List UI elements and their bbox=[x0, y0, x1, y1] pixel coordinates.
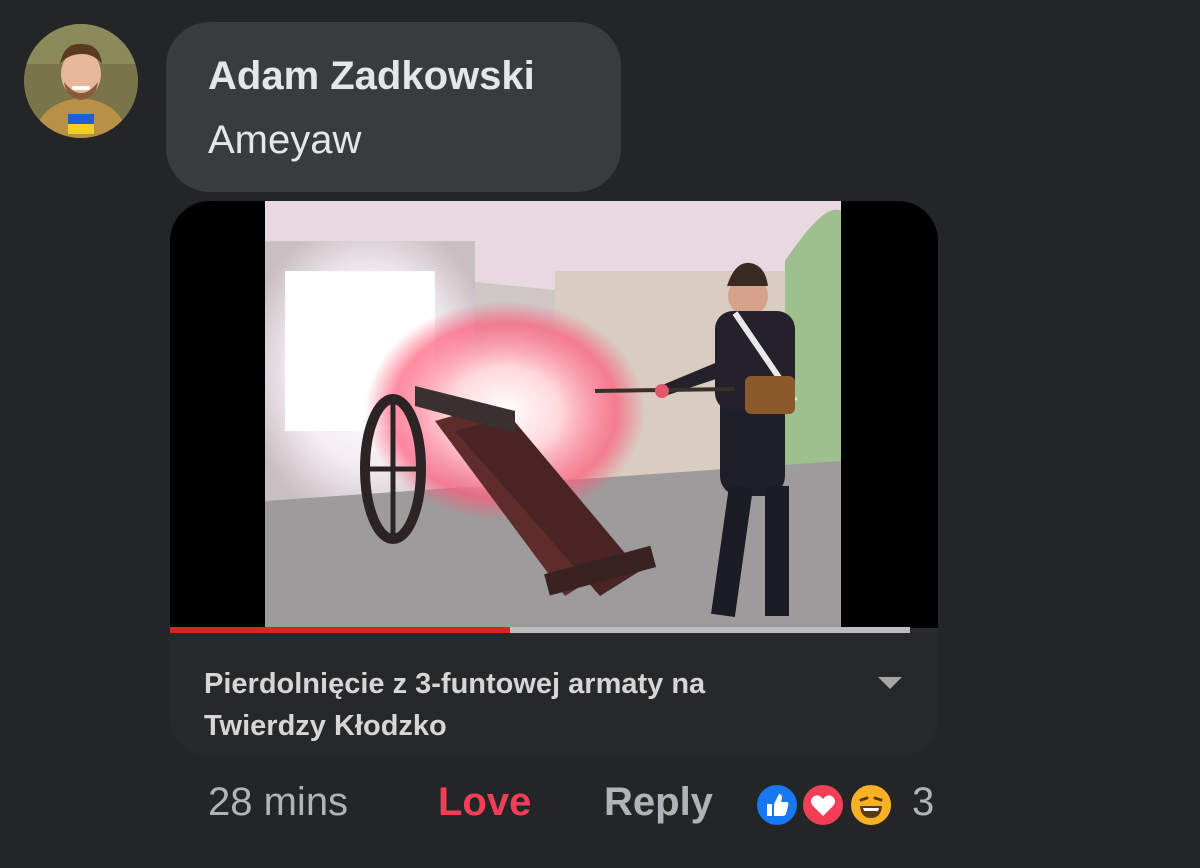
love-button[interactable]: Love bbox=[438, 780, 531, 825]
comment-text: Ameyaw bbox=[208, 118, 362, 162]
comment-author[interactable]: Adam Zadkowski bbox=[208, 54, 535, 99]
haha-icon bbox=[848, 782, 894, 828]
love-icon bbox=[800, 782, 846, 828]
avatar[interactable] bbox=[24, 24, 138, 138]
video-title-line1: Pierdolnięcie z 3-funtowej armaty na bbox=[204, 668, 706, 700]
reactions-summary[interactable]: 3 bbox=[754, 776, 944, 834]
cannon-firing-scene bbox=[265, 201, 841, 628]
comment-timestamp[interactable]: 28 mins bbox=[208, 780, 348, 825]
video-thumbnail[interactable] bbox=[170, 201, 938, 633]
reaction-count: 3 bbox=[912, 780, 935, 824]
comment-bubble: Adam Zadkowski Ameyaw bbox=[166, 22, 621, 192]
comment-page: Adam Zadkowski Ameyaw Pierdolnięcie z 3-… bbox=[0, 0, 1200, 868]
avatar-image bbox=[24, 24, 138, 138]
video-attachment[interactable]: Pierdolnięcie z 3-funtowej armaty na Twi… bbox=[170, 201, 938, 757]
video-options-dropdown[interactable] bbox=[870, 669, 910, 699]
video-title[interactable]: Pierdolnięcie z 3-funtowej armaty na Twi… bbox=[204, 663, 804, 747]
video-title-line2: Twierdzy Kłodzko bbox=[204, 710, 447, 742]
like-icon bbox=[754, 782, 800, 828]
reply-button[interactable]: Reply bbox=[604, 780, 713, 825]
comment-actions: 28 mins Love Reply 3 bbox=[0, 770, 1200, 840]
video-info: Pierdolnięcie z 3-funtowej armaty na Twi… bbox=[170, 633, 938, 757]
chevron-down-icon bbox=[878, 677, 902, 689]
